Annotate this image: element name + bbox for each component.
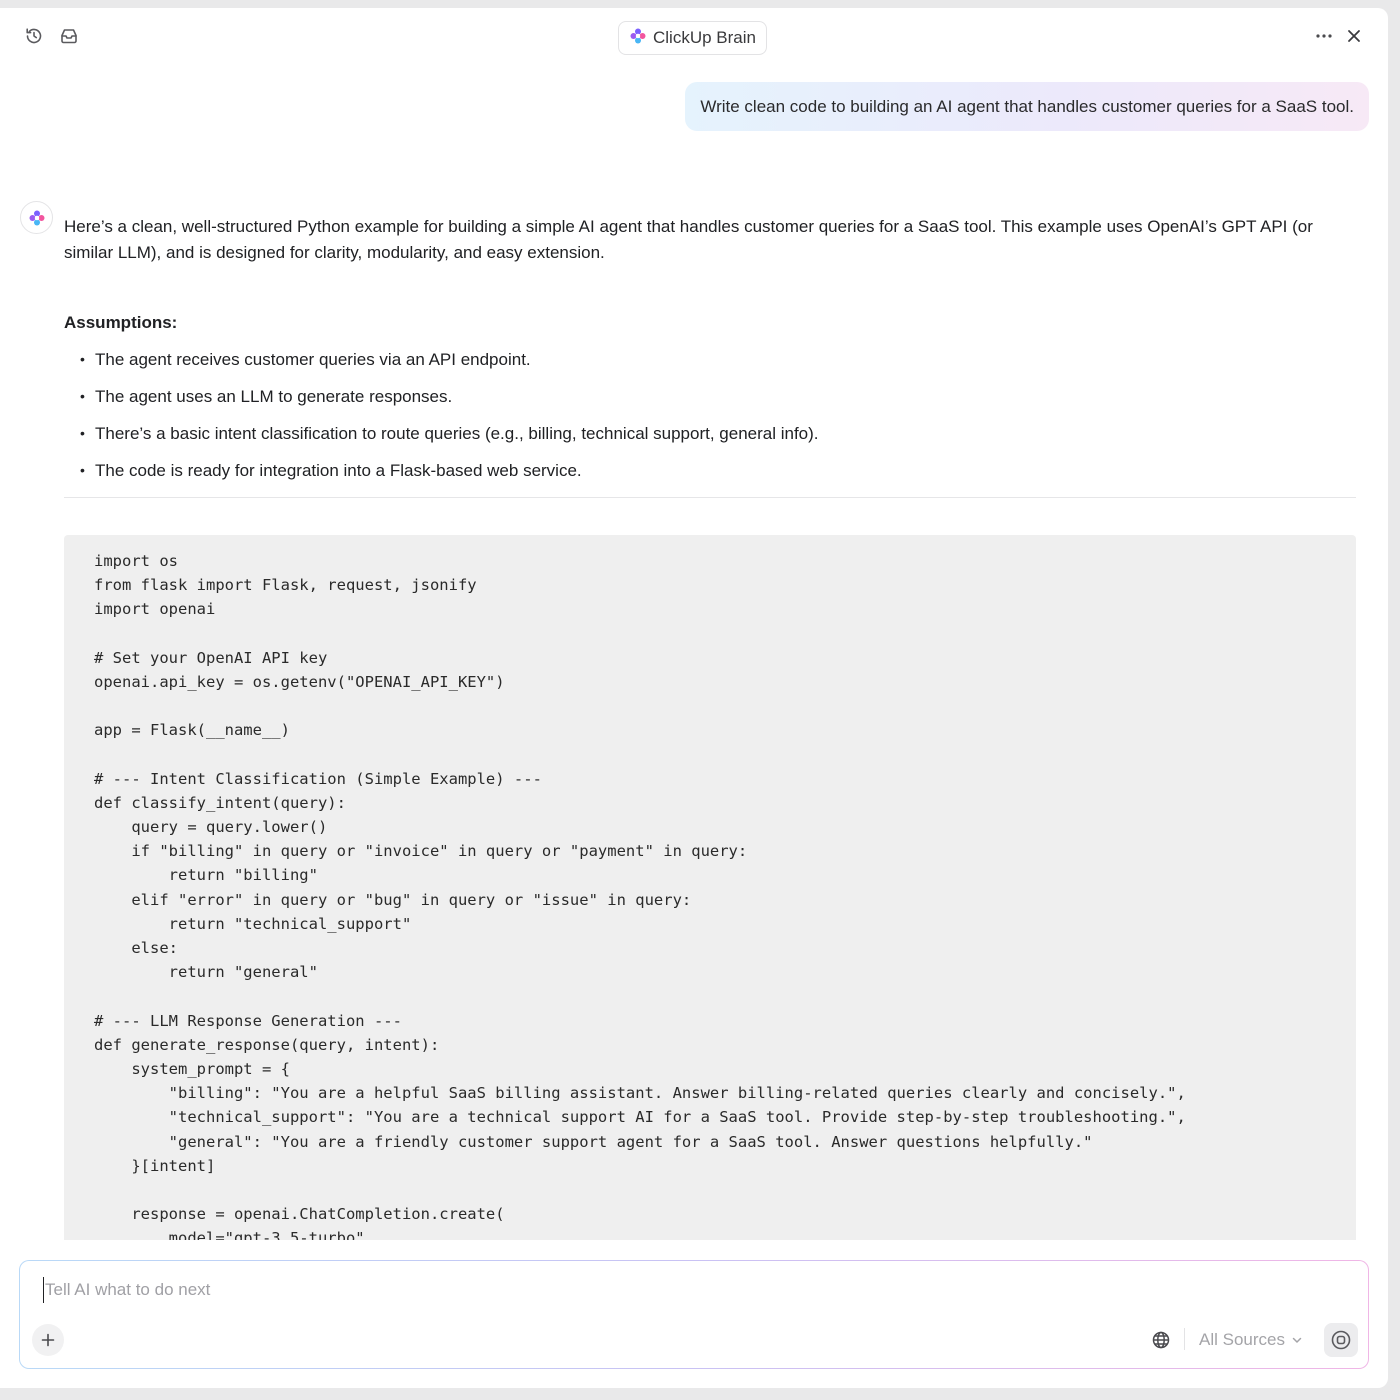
user-message-text: Write clean code to building an AI agent… (700, 96, 1354, 116)
brain-panel: ClickUp Brain Write clean code to buildi… (0, 8, 1388, 1388)
code-line: openai.api_key = os.getenv("OPENAI_API_K… (94, 672, 505, 691)
code-line: from flask import Flask, request, jsonif… (94, 576, 477, 595)
code-line: def generate_response(query, intent): (94, 1035, 440, 1054)
close-icon[interactable] (1342, 24, 1366, 48)
assumptions-heading: Assumptions: (64, 313, 178, 332)
code-line: if "billing" in query or "invoice" in qu… (94, 842, 748, 861)
code-line: }[intent] (94, 1156, 216, 1175)
code-line: return "general" (94, 963, 318, 982)
assumptions-list: • The agent receives customer queries via… (80, 348, 819, 496)
add-attachment-button[interactable] (32, 1324, 64, 1356)
bullet-marker: • (80, 351, 85, 367)
chevron-down-icon (1292, 1337, 1302, 1343)
code-line: else: (94, 939, 178, 957)
code-content: import os from flask import Flask, reques… (94, 549, 1186, 1240)
divider (64, 497, 1356, 498)
code-line: response = openai.ChatCompletion.create( (94, 1205, 505, 1224)
prompt-input[interactable] (43, 1277, 1043, 1303)
bullet-marker: • (80, 388, 85, 404)
code-line: import os (94, 552, 178, 570)
inbox-icon[interactable] (57, 24, 81, 48)
assumption-text: The agent receives customer queries via … (95, 350, 531, 369)
prompt-composer: All Sources (19, 1260, 1369, 1369)
code-line: "billing": "You are a helpful SaaS billi… (94, 1084, 1186, 1103)
code-line: system_prompt = { (94, 1059, 290, 1078)
code-line: # Set your OpenAI API key (94, 648, 328, 667)
assumption-text: The agent uses an LLM to generate respon… (95, 387, 453, 406)
assumption-text: The code is ready for integration into a… (95, 461, 582, 480)
send-button[interactable] (1324, 1323, 1358, 1357)
history-icon[interactable] (22, 24, 46, 48)
sources-dropdown[interactable]: All Sources (1199, 1327, 1303, 1353)
panel-header: ClickUp Brain (0, 8, 1388, 66)
code-line: import openai (94, 600, 216, 619)
plus-icon (41, 1333, 55, 1347)
assumption-item: • There’s a basic intent classification t… (80, 422, 819, 459)
send-icon (1331, 1330, 1351, 1350)
code-line: def classify_intent(query): (94, 793, 346, 812)
bullet-marker: • (80, 462, 85, 478)
assumption-item: • The code is ready for integration into … (80, 459, 819, 496)
ai-response-intro: Here’s a clean, well-structured Python e… (64, 217, 1313, 262)
code-line: "general": "You are a friendly customer … (94, 1132, 1093, 1151)
globe-icon[interactable] (1150, 1329, 1172, 1351)
code-line: # --- LLM Response Generation --- (94, 1011, 402, 1030)
brain-logo-icon (629, 27, 647, 50)
brain-title: ClickUp Brain (653, 28, 756, 47)
code-line: model="gpt-3.5-turbo", (94, 1229, 374, 1240)
ai-avatar (20, 201, 53, 234)
code-line: # --- Intent Classification (Simple Exam… (94, 769, 542, 788)
code-line: return "technical_support" (94, 914, 412, 933)
bullet-marker: • (80, 425, 85, 441)
code-line: return "billing" (94, 866, 318, 885)
brain-title-pill[interactable]: ClickUp Brain (618, 21, 767, 55)
assumption-item: • The agent receives customer queries via… (80, 348, 819, 385)
assumption-text: There’s a basic intent classification to… (95, 424, 819, 443)
sources-label: All Sources (1199, 1330, 1285, 1349)
brain-logo-icon (29, 210, 44, 225)
code-block: import os from flask import Flask, reques… (64, 535, 1356, 1240)
user-message: Write clean code to building an AI agent… (685, 82, 1369, 131)
assumption-item: • The agent uses an LLM to generate respo… (80, 385, 819, 422)
more-icon[interactable] (1312, 24, 1336, 48)
code-line: elif "error" in query or "bug" in query … (94, 890, 692, 909)
toolbar-separator (1184, 1328, 1185, 1350)
code-line: "technical_support": "You are a technica… (94, 1108, 1186, 1127)
code-line: query = query.lower() (94, 818, 328, 837)
code-line: app = Flask(__name__) (94, 721, 290, 740)
